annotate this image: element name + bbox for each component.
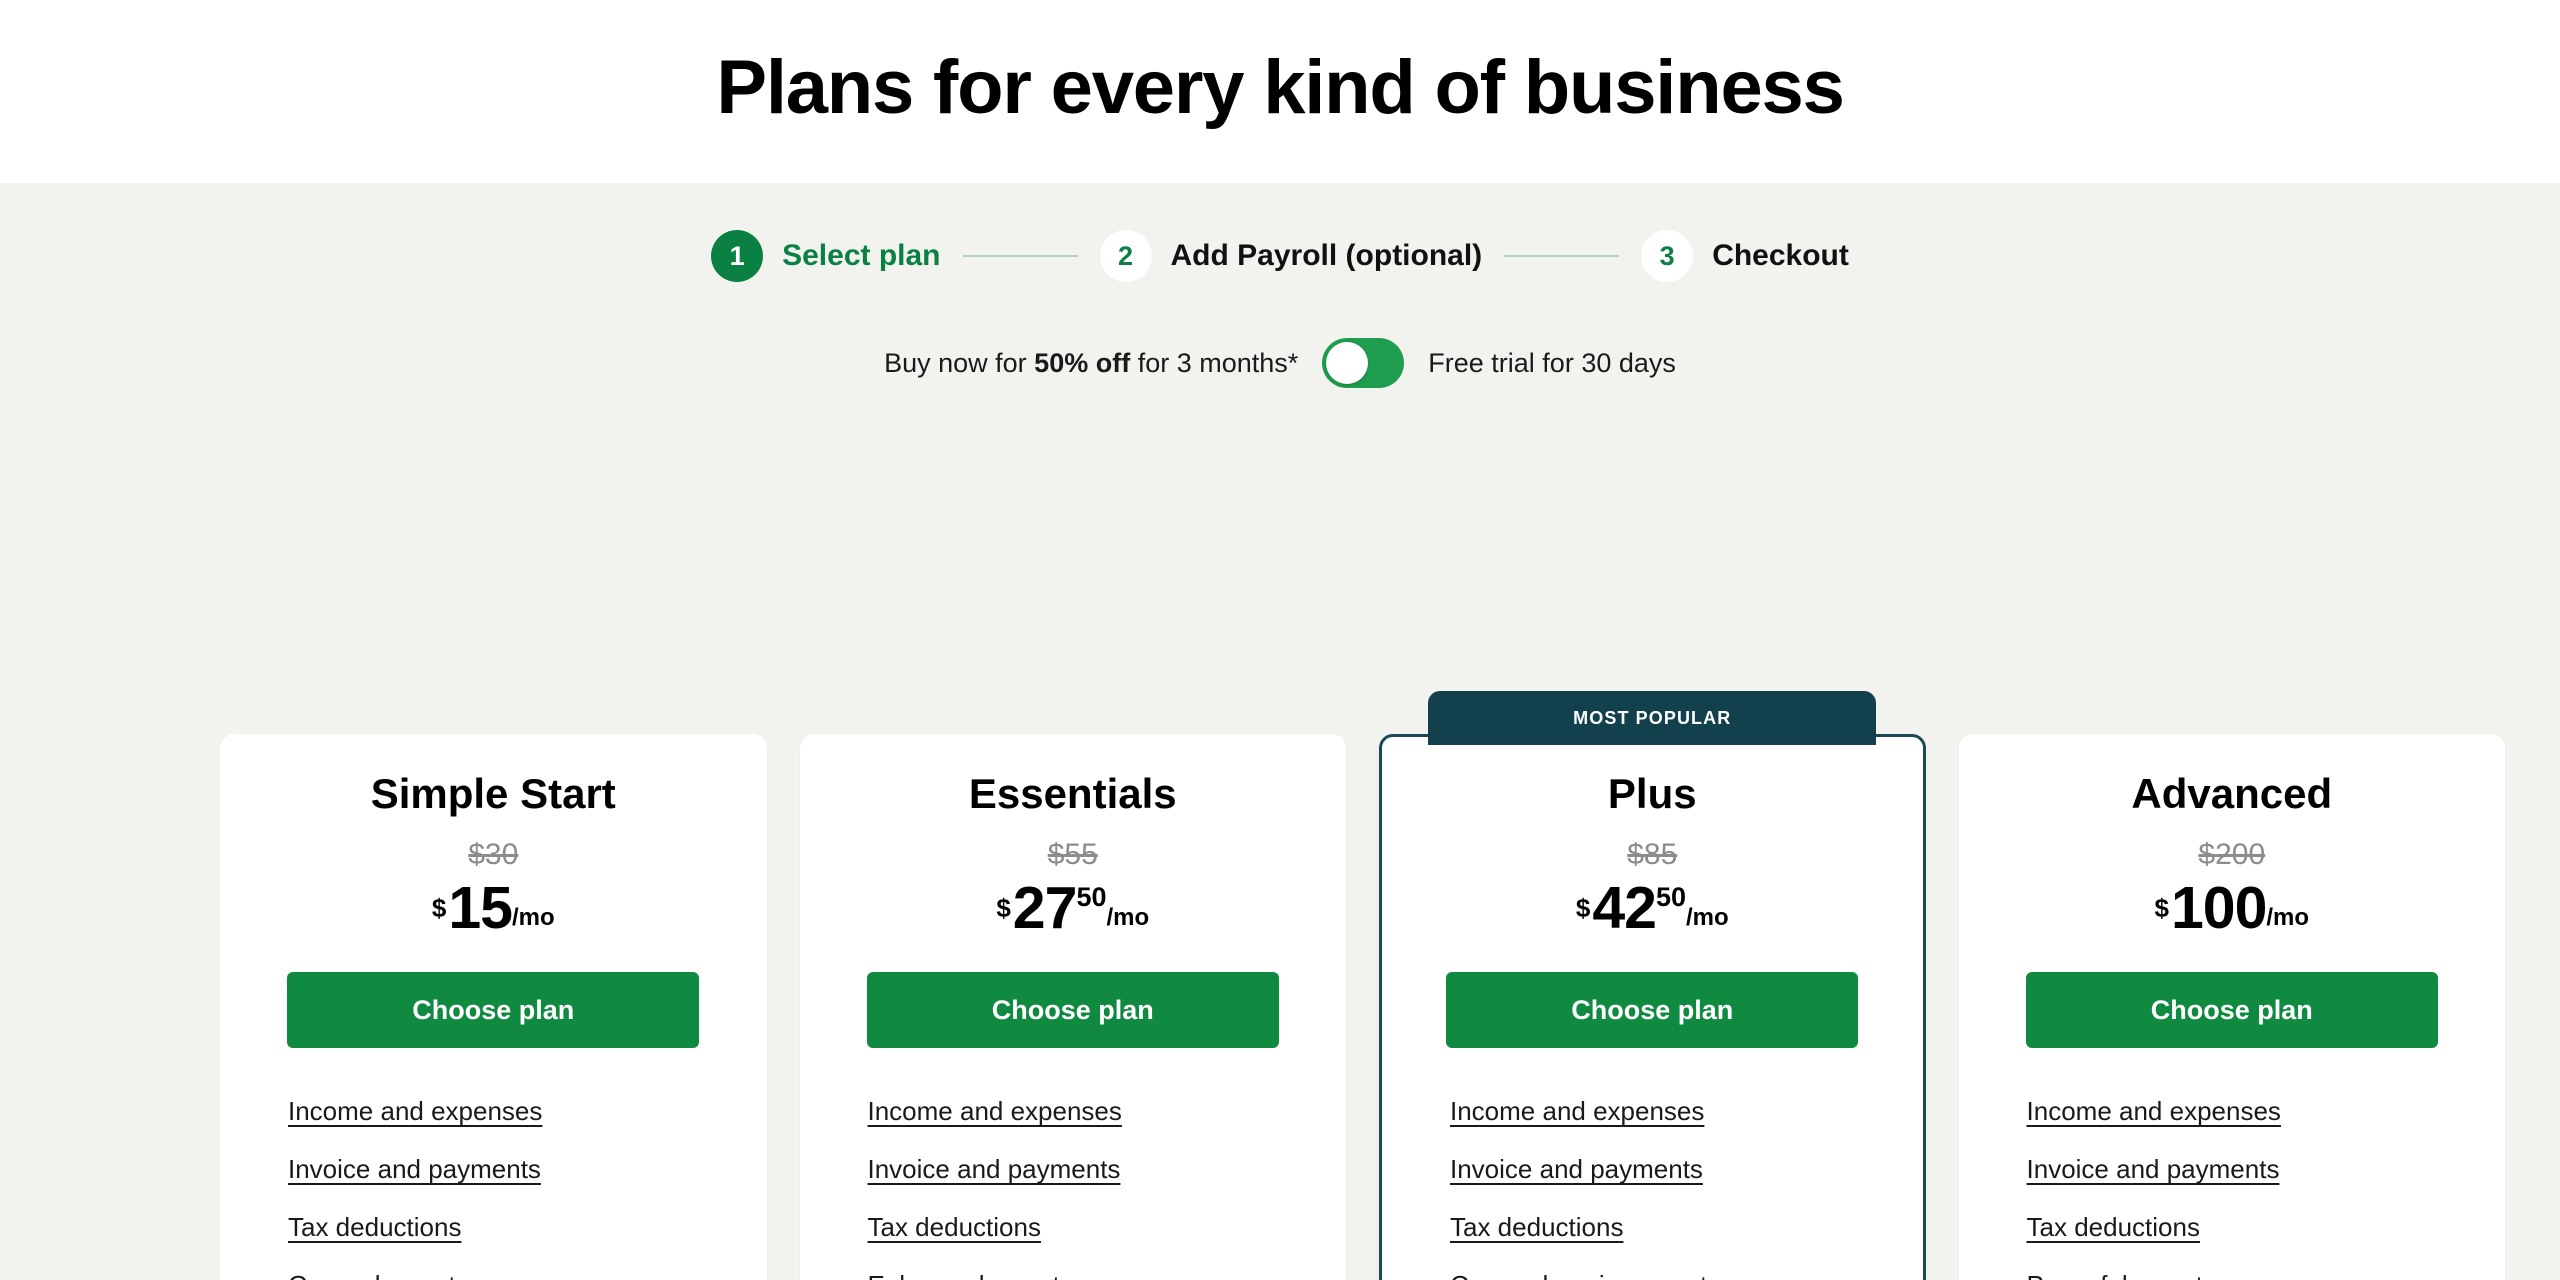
toggle-label-discount: 50% off xyxy=(1034,347,1131,378)
price-cents: 50 xyxy=(1076,882,1107,912)
price-original-essentials: $55 xyxy=(1047,838,1098,871)
feature-link[interactable]: General reports xyxy=(288,1270,469,1280)
feature-list-essentials: Income and expenses Invoice and payments… xyxy=(800,1096,1347,1280)
choose-plan-button-advanced[interactable]: Choose plan xyxy=(2025,972,2438,1049)
price-amount: 27 xyxy=(1012,875,1078,941)
plan-name-essentials: Essentials xyxy=(968,770,1177,817)
feature-link[interactable]: Income and expenses xyxy=(2027,1096,2281,1126)
price-currency-symbol: $ xyxy=(2154,893,2169,923)
price-current-plus: $ 42 50 /mo xyxy=(1382,875,1923,941)
choose-plan-button-essentials[interactable]: Choose plan xyxy=(866,972,1279,1049)
price-period: /mo xyxy=(1106,904,1150,931)
feature-link[interactable]: Income and expenses xyxy=(868,1096,1122,1126)
step-label-select-plan: Select plan xyxy=(782,239,941,272)
pricing-card-simple-start[interactable]: Simple Start $30 $ 15 /mo Choose plan In… xyxy=(220,734,767,1280)
price-current-essentials: $ 27 50 /mo xyxy=(800,875,1347,941)
page-title: Plans for every kind of business xyxy=(716,44,1845,130)
step-number-badge-2: 2 xyxy=(1099,230,1152,282)
price-original-advanced: $200 xyxy=(2198,838,2266,871)
price-current-simple-start: $ 15 /mo xyxy=(220,875,767,941)
price-currency-symbol: $ xyxy=(996,893,1011,923)
page-header: Plans for every kind of business xyxy=(0,0,2560,183)
pricing-card-advanced[interactable]: Advanced $200 $ 100 /mo Choose plan Inco… xyxy=(1958,734,2506,1280)
stepper-step-checkout[interactable]: 3 Checkout xyxy=(1641,230,1849,282)
toggle-label-free-trial: Free trial for 30 days xyxy=(1428,347,1676,378)
price-amount: 100 xyxy=(2170,875,2267,941)
price-original-simple-start: $30 xyxy=(468,838,519,871)
plan-name-simple-start: Simple Start xyxy=(370,770,616,817)
pricing-cards: Simple Start $30 $ 15 /mo Choose plan In… xyxy=(220,691,2506,1280)
list-item: Invoice and payments xyxy=(1450,1154,1923,1185)
stepper-connector-2 xyxy=(1504,255,1620,257)
most-popular-badge: MOST POPULAR xyxy=(1428,691,1877,745)
feature-link[interactable]: Enhanced reports xyxy=(868,1270,1073,1280)
list-item: Tax deductions xyxy=(2027,1212,2506,1243)
list-item: Comprehensive reports xyxy=(1450,1270,1923,1280)
price-currency-symbol: $ xyxy=(1575,893,1591,923)
list-item: Invoice and payments xyxy=(288,1154,767,1185)
toggle-knob xyxy=(1326,342,1369,384)
feature-link[interactable]: Tax deductions xyxy=(2027,1212,2200,1242)
list-item: Income and expenses xyxy=(868,1096,1347,1127)
price-current-advanced: $ 100 /mo xyxy=(1959,875,2506,941)
price-original-plus: $85 xyxy=(1627,838,1678,871)
price-cents: 50 xyxy=(1655,882,1686,912)
plan-name-advanced: Advanced xyxy=(2131,770,2333,817)
list-item: Invoice and payments xyxy=(868,1154,1347,1185)
toggle-label-buy-now-suffix: for 3 months* xyxy=(1130,347,1299,378)
list-item: General reports xyxy=(288,1270,767,1280)
toggle-label-buy-now: Buy now for 50% off for 3 months* xyxy=(884,348,1298,379)
feature-link[interactable]: Tax deductions xyxy=(1450,1212,1623,1242)
list-item: Powerful reports xyxy=(2027,1270,2506,1280)
toggle-label-buy-now-prefix: Buy now for xyxy=(884,347,1035,378)
feature-link[interactable]: Invoice and payments xyxy=(2027,1154,2280,1184)
step-label-add-payroll: Add Payroll (optional) xyxy=(1170,239,1483,272)
feature-link[interactable]: Comprehensive reports xyxy=(1450,1270,1720,1280)
price-amount: 42 xyxy=(1592,875,1657,941)
price-period: /mo xyxy=(511,904,555,931)
promo-toggle-switch[interactable] xyxy=(1322,338,1405,388)
price-period: /mo xyxy=(2266,904,2310,931)
feature-link[interactable]: Tax deductions xyxy=(288,1212,461,1242)
plan-name-plus: Plus xyxy=(1607,770,1697,817)
feature-link[interactable]: Invoice and payments xyxy=(288,1154,541,1184)
feature-link[interactable]: Invoice and payments xyxy=(868,1154,1121,1184)
price-period: /mo xyxy=(1686,904,1729,931)
list-item: Tax deductions xyxy=(1450,1212,1923,1243)
choose-plan-button-simple-start[interactable]: Choose plan xyxy=(287,972,700,1049)
list-item: Tax deductions xyxy=(868,1212,1347,1243)
stepper-step-add-payroll[interactable]: 2 Add Payroll (optional) xyxy=(1099,230,1483,282)
page-body: 1 Select plan 2 Add Payroll (optional) 3… xyxy=(0,183,2560,1280)
choose-plan-button-plus[interactable]: Choose plan xyxy=(1446,972,1859,1049)
feature-link[interactable]: Income and expenses xyxy=(1450,1096,1704,1126)
step-label-checkout: Checkout xyxy=(1712,239,1849,272)
list-item: Enhanced reports xyxy=(868,1270,1347,1280)
pricing-card-plus[interactable]: MOST POPULAR Plus $85 $ 42 50 /mo Choose… xyxy=(1379,691,1926,1280)
feature-link[interactable]: Income and expenses xyxy=(288,1096,542,1126)
list-item: Income and expenses xyxy=(288,1096,767,1127)
feature-link[interactable]: Powerful reports xyxy=(2027,1270,2216,1280)
step-number-badge-3: 3 xyxy=(1641,230,1694,282)
price-amount: 15 xyxy=(448,875,513,941)
feature-list-advanced: Income and expenses Invoice and payments… xyxy=(1959,1096,2506,1280)
checkout-stepper: 1 Select plan 2 Add Payroll (optional) 3… xyxy=(0,183,2560,282)
feature-list-simple-start: Income and expenses Invoice and payments… xyxy=(220,1096,767,1280)
list-item: Income and expenses xyxy=(2027,1096,2506,1127)
price-currency-symbol: $ xyxy=(431,893,447,923)
list-item: Income and expenses xyxy=(1450,1096,1923,1127)
feature-link[interactable]: Tax deductions xyxy=(868,1212,1041,1242)
feature-link[interactable]: Invoice and payments xyxy=(1450,1154,1703,1184)
promo-toggle-row: Buy now for 50% off for 3 months* Free t… xyxy=(0,338,2560,388)
feature-list-plus: Income and expenses Invoice and payments… xyxy=(1382,1096,1923,1280)
list-item: Tax deductions xyxy=(288,1212,767,1243)
step-number-badge-1: 1 xyxy=(711,230,764,282)
stepper-step-select-plan[interactable]: 1 Select plan xyxy=(711,230,941,282)
pricing-card-essentials[interactable]: Essentials $55 $ 27 50 /mo Choose plan I… xyxy=(799,734,1347,1280)
list-item: Invoice and payments xyxy=(2027,1154,2506,1185)
stepper-connector-1 xyxy=(962,255,1078,257)
